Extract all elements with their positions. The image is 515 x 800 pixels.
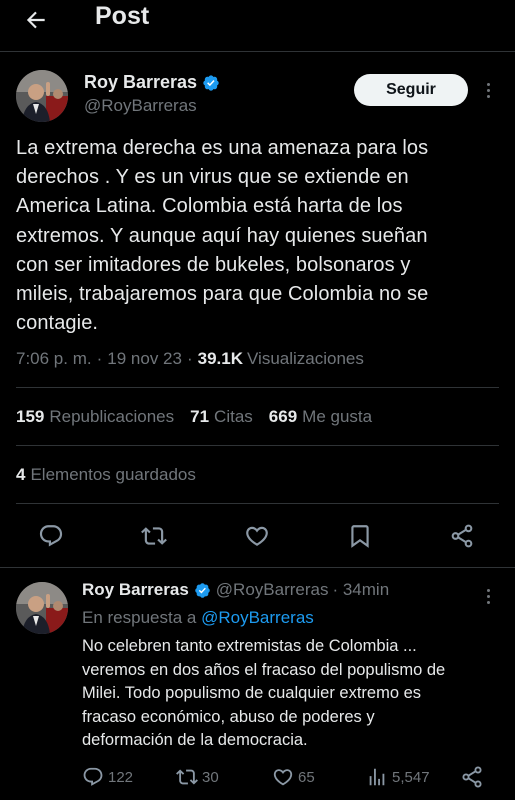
likes-label[interactable]: Me gusta <box>302 407 372 427</box>
share-icon <box>451 524 473 548</box>
reply-post[interactable]: Roy Barreras @RoyBarreras · 34min En res… <box>0 567 515 800</box>
reply-time[interactable]: · 34min <box>332 580 389 600</box>
reply-text: No celebren tanto extremistas de Colombi… <box>82 637 446 749</box>
reply-to-line: En respuesta a @RoyBarreras <box>82 608 314 628</box>
reposts-label[interactable]: Republicaciones <box>49 407 174 427</box>
share-button[interactable] <box>444 518 480 554</box>
avatar[interactable] <box>16 70 68 122</box>
page-title: Post <box>95 2 150 30</box>
views-count: 39.1K <box>197 349 244 368</box>
author-name-row: Roy Barreras <box>84 72 220 93</box>
verified-badge-icon <box>203 74 219 91</box>
comment-icon <box>39 525 63 547</box>
more-options-icon[interactable] <box>478 80 498 100</box>
reply-button[interactable] <box>33 518 69 554</box>
reply-like-button[interactable]: 65 <box>272 765 315 789</box>
verified-badge-icon <box>195 582 210 598</box>
repost-icon <box>141 527 167 545</box>
avatar[interactable] <box>16 582 68 634</box>
post-date[interactable]: 19 nov 23 <box>107 349 182 369</box>
reply-repost-button[interactable]: 30 <box>176 765 219 789</box>
post-action-bar <box>0 518 515 558</box>
share-icon <box>462 766 482 788</box>
bookmark-icon <box>351 525 369 548</box>
post-time[interactable]: 7:06 p. m. <box>16 349 92 369</box>
more-options-icon[interactable] <box>478 586 498 606</box>
reply-repost-count: 30 <box>202 768 219 786</box>
bookmarks-label[interactable]: Elementos guardados <box>30 465 195 485</box>
repost-icon <box>176 769 198 785</box>
meta-separator: · <box>186 349 193 368</box>
heart-icon <box>273 769 293 786</box>
divider <box>16 445 499 446</box>
reposts-count[interactable]: 159 <box>16 407 44 427</box>
bookmarks-count[interactable]: 4 <box>16 465 25 485</box>
reply-header: Roy Barreras @RoyBarreras · 34min <box>82 580 389 600</box>
views-chart-icon <box>369 768 385 786</box>
reply-views-count: 5,547 <box>392 768 430 786</box>
post-text: La extrema derecha es una amenaza para l… <box>16 137 429 335</box>
comment-icon <box>83 767 103 786</box>
quotes-label[interactable]: Citas <box>214 407 253 427</box>
reply-author-handle[interactable]: @RoyBarreras <box>216 580 329 600</box>
heart-icon <box>246 526 268 546</box>
divider <box>16 387 499 388</box>
reply-like-count: 65 <box>298 768 315 786</box>
likes-count[interactable]: 669 <box>269 407 297 427</box>
reply-views-button[interactable]: 5,547 <box>366 765 430 789</box>
views-label: Visualizaciones <box>247 349 364 368</box>
top-bar: Post <box>0 0 515 52</box>
repost-button[interactable] <box>136 518 172 554</box>
meta-separator: · <box>96 349 103 368</box>
post-stats: 159 Republicaciones 71 Citas 669 Me gust… <box>16 407 388 427</box>
quotes-count[interactable]: 71 <box>190 407 209 427</box>
divider <box>16 503 499 504</box>
author-name[interactable]: Roy Barreras <box>84 72 197 93</box>
reply-comment-button[interactable]: 122 <box>82 765 133 789</box>
arrow-left-icon <box>26 11 45 29</box>
reply-action-bar: 122 30 65 5,547 <box>0 765 515 789</box>
bookmarks-stat: 4 Elementos guardados <box>16 465 196 485</box>
reply-share-button[interactable] <box>460 765 488 789</box>
post-meta: 7:06 p. m. · 19 nov 23 · 39.1K Visualiza… <box>16 349 364 369</box>
follow-button[interactable]: Seguir <box>354 74 468 106</box>
reply-author-name[interactable]: Roy Barreras <box>82 580 189 600</box>
like-button[interactable] <box>239 518 275 554</box>
author-handle[interactable]: @RoyBarreras <box>84 96 197 116</box>
reply-to-label: En respuesta a <box>82 608 197 627</box>
reply-to-mention[interactable]: @RoyBarreras <box>201 608 314 627</box>
bookmark-button[interactable] <box>342 518 378 554</box>
post-author-row: Roy Barreras @RoyBarreras Seguir <box>0 68 515 128</box>
back-button[interactable] <box>20 4 52 36</box>
reply-comment-count: 122 <box>108 768 134 786</box>
